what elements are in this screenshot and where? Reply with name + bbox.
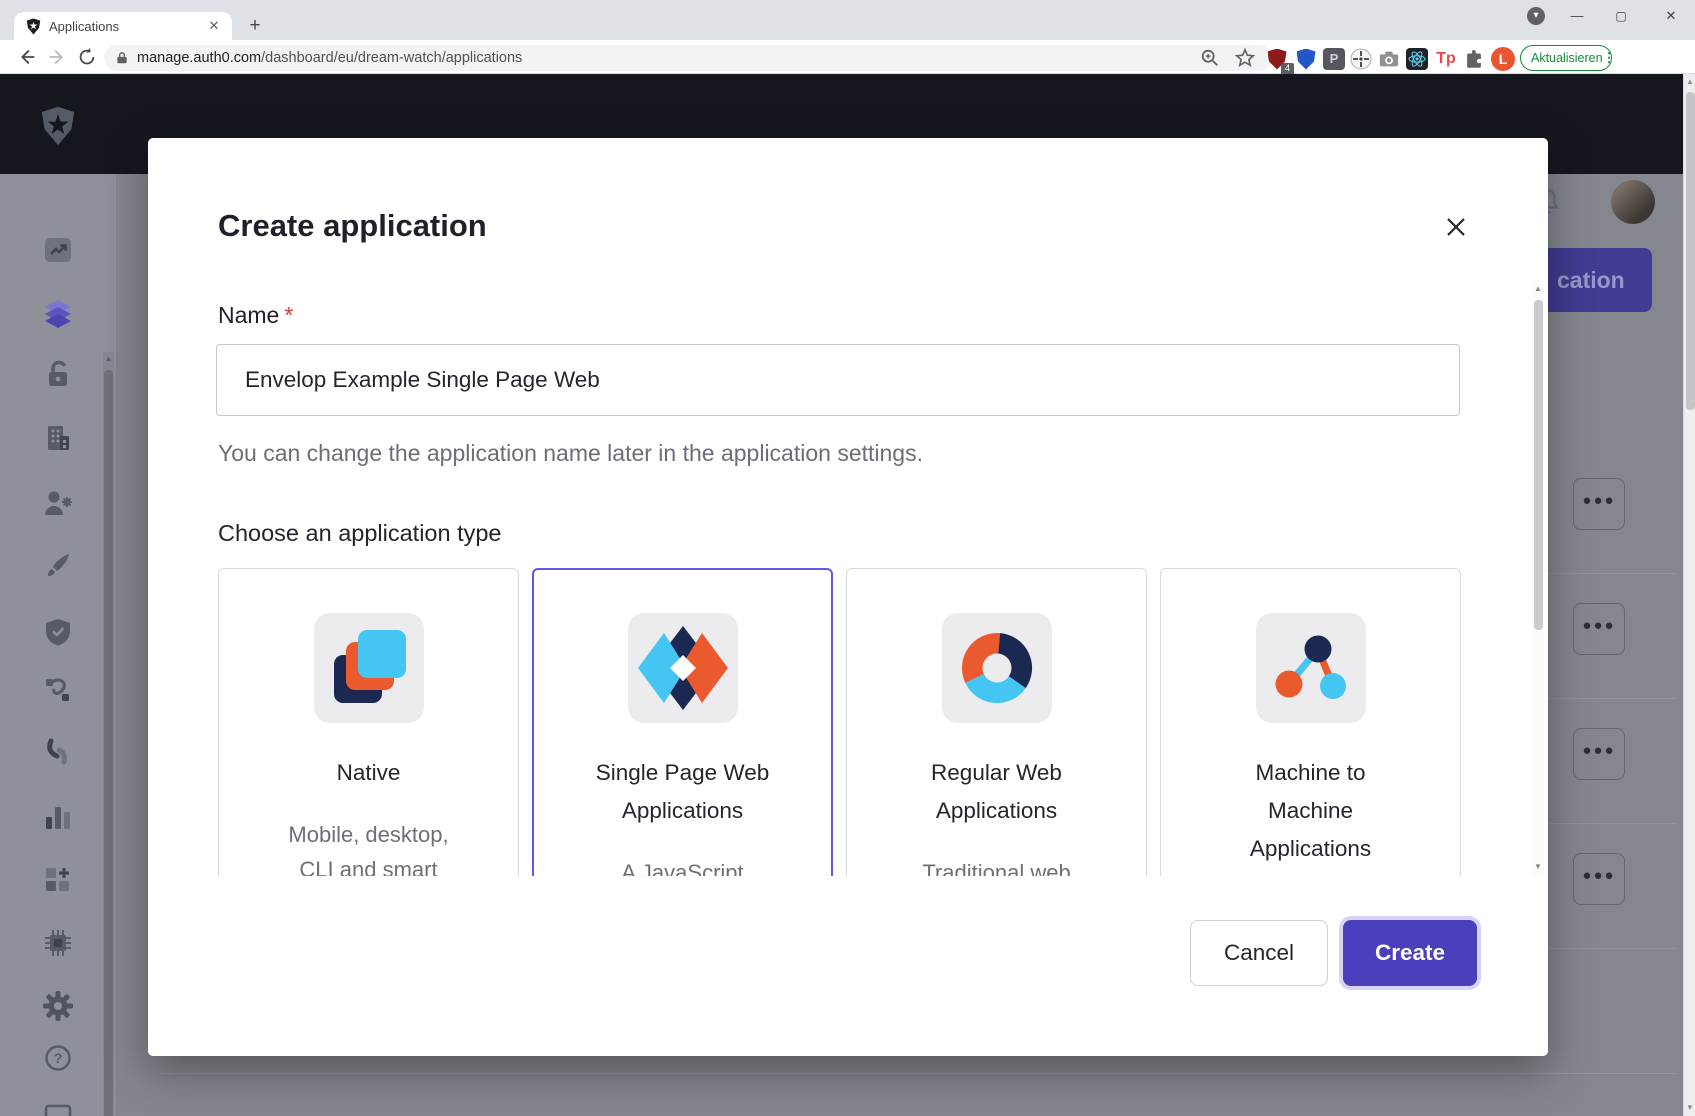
- table-row-divider: [1548, 573, 1676, 574]
- sidebar-item-settings[interactable]: [40, 988, 76, 1024]
- card-title: Machine to Machine Applications: [1250, 754, 1371, 868]
- cancel-button[interactable]: Cancel: [1190, 920, 1328, 986]
- card-regular-web[interactable]: Regular Web Applications Traditional web: [846, 568, 1147, 876]
- create-application-modal: Create application Name* You can change …: [148, 138, 1548, 1056]
- table-row-divider: [1548, 823, 1676, 824]
- forward-button[interactable]: [46, 46, 68, 68]
- card-single-page-web[interactable]: Single Page Web Applications A JavaScrip…: [532, 568, 833, 876]
- window-maximize-button[interactable]: ▢: [1606, 4, 1636, 28]
- create-button[interactable]: Create: [1343, 920, 1477, 986]
- card-machine-to-machine[interactable]: Machine to Machine Applications: [1160, 568, 1461, 876]
- sidebar-item-applications[interactable]: [40, 296, 76, 332]
- tampermonkey-extension-icon[interactable]: Tp: [1433, 46, 1459, 72]
- zoom-page-icon[interactable]: [1199, 47, 1221, 69]
- required-asterisk: *: [284, 302, 293, 328]
- tab-title: Applications: [49, 19, 206, 34]
- sidebar-nav: ? ▲ ▼: [0, 174, 117, 1116]
- tab-close-icon[interactable]: ✕: [206, 18, 222, 34]
- window-minimize-button[interactable]: —: [1562, 4, 1592, 28]
- user-avatar[interactable]: [1611, 180, 1655, 224]
- modal-scrollbar[interactable]: ▲ ▼: [1532, 280, 1544, 876]
- row-actions-menu-button[interactable]: ●●●: [1573, 478, 1625, 530]
- card-native[interactable]: Native Mobile, desktop, CLI and smart: [218, 568, 519, 876]
- sidebar-item-activity[interactable]: [40, 232, 76, 268]
- sidebar-scrollbar[interactable]: ▲ ▼: [103, 352, 114, 1116]
- row-actions-menu-button[interactable]: ●●●: [1573, 728, 1625, 780]
- window-close-button[interactable]: ✕: [1656, 4, 1686, 28]
- application-type-cards: Native Mobile, desktop, CLI and smart Si…: [218, 566, 1462, 876]
- name-field-label: Name*: [218, 302, 293, 329]
- modal-scroll-down-icon[interactable]: ▼: [1532, 862, 1544, 871]
- row-actions-menu-button[interactable]: ●●●: [1573, 603, 1625, 655]
- lock-icon: [115, 50, 129, 66]
- card-title: Native: [337, 754, 401, 792]
- table-row-divider: [1548, 948, 1676, 949]
- reload-button[interactable]: [76, 46, 98, 68]
- sidebar-item-authentication[interactable]: [40, 356, 76, 392]
- native-stack-icon: [314, 613, 424, 723]
- sidebar-item-security[interactable]: [40, 614, 76, 650]
- update-label: Aktualisieren: [1531, 51, 1603, 65]
- bookmark-star-icon[interactable]: [1234, 47, 1256, 69]
- crosshair-extension-icon[interactable]: [1348, 46, 1374, 72]
- card-description: A JavaScript: [621, 855, 743, 876]
- sidebar-item-user-management[interactable]: [40, 485, 76, 521]
- bitwarden-extension-icon[interactable]: [1293, 46, 1319, 72]
- modal-close-button[interactable]: [1436, 207, 1476, 247]
- row-actions-menu-button[interactable]: ●●●: [1573, 853, 1625, 905]
- sidebar-item-branding[interactable]: [40, 547, 76, 583]
- close-icon: [1444, 215, 1468, 239]
- modal-scroll-up-icon[interactable]: ▲: [1532, 284, 1544, 293]
- modal-scrollbar-thumb[interactable]: [1534, 300, 1543, 630]
- spa-diamond-icon: [628, 613, 738, 723]
- sidebar-item-actions[interactable]: [40, 672, 76, 708]
- react-devtools-extension-icon[interactable]: [1404, 46, 1430, 72]
- svg-text:?: ?: [54, 1050, 63, 1066]
- m2m-network-icon: [1256, 613, 1366, 723]
- browser-profile-avatar[interactable]: L: [1490, 46, 1516, 72]
- browser-tabbar: Applications ✕ + ▾ — ▢ ✕: [0, 0, 1695, 40]
- sidebar-scroll-up-icon[interactable]: ▲: [103, 354, 114, 363]
- camera-extension-icon[interactable]: [1376, 46, 1402, 72]
- card-title: Single Page Web Applications: [596, 754, 769, 830]
- browser-tab-applications[interactable]: Applications ✕: [14, 12, 232, 40]
- browser-window: Applications ✕ + ▾ — ▢ ✕ manage.auth0.co…: [0, 0, 1695, 1116]
- url-domain: manage.auth0.com: [137, 50, 261, 66]
- page-scroll-up-icon[interactable]: ▲: [1684, 77, 1695, 86]
- web-donut-icon: [942, 613, 1052, 723]
- url-text: manage.auth0.com/dashboard/eu/dream-watc…: [137, 50, 522, 66]
- table-row-divider: [160, 1073, 1676, 1074]
- chrome-update-button[interactable]: Aktualisieren ⋮: [1520, 45, 1612, 71]
- browser-menu-icon[interactable]: ⋮: [1603, 50, 1616, 66]
- sidebar-item-bottom-partial[interactable]: [40, 1096, 76, 1116]
- chrome-update-badge-icon[interactable]: ▾: [1527, 7, 1545, 25]
- new-tab-button[interactable]: +: [243, 14, 267, 38]
- sidebar-item-marketplace[interactable]: [40, 862, 76, 898]
- back-button[interactable]: [16, 46, 38, 68]
- modal-title: Create application: [218, 208, 487, 244]
- ublock-extension-icon[interactable]: 4: [1264, 46, 1290, 72]
- url-path: /dashboard/eu/dream-watch/applications: [261, 50, 522, 66]
- sidebar-scrollbar-thumb[interactable]: [104, 370, 113, 1116]
- auth0-favicon: [26, 18, 41, 35]
- sidebar-item-organizations[interactable]: [40, 420, 76, 456]
- card-description: Mobile, desktop, CLI and smart: [288, 817, 448, 876]
- card-title: Regular Web Applications: [931, 754, 1062, 830]
- page-scroll-down-icon[interactable]: ▼: [1684, 1103, 1695, 1112]
- table-row-divider: [1548, 698, 1676, 699]
- p-extension-icon[interactable]: P: [1321, 46, 1347, 72]
- page-scrollbar[interactable]: ▲ ▼: [1683, 74, 1695, 1116]
- name-helper-text: You can change the application name late…: [218, 440, 923, 467]
- extensions-puzzle-icon[interactable]: [1461, 46, 1487, 72]
- page-scrollbar-thumb[interactable]: [1686, 92, 1695, 410]
- sidebar-item-auth-pipeline[interactable]: [40, 735, 76, 771]
- sidebar-item-monitoring[interactable]: [40, 799, 76, 835]
- choose-type-heading: Choose an application type: [218, 520, 502, 547]
- address-bar[interactable]: manage.auth0.com/dashboard/eu/dream-watc…: [104, 45, 1272, 71]
- card-description: Traditional web: [922, 855, 1070, 876]
- auth0-logo: [40, 106, 76, 146]
- sidebar-item-extensions[interactable]: [40, 925, 76, 961]
- sidebar-item-help[interactable]: ?: [40, 1040, 76, 1076]
- application-name-input[interactable]: [216, 344, 1460, 416]
